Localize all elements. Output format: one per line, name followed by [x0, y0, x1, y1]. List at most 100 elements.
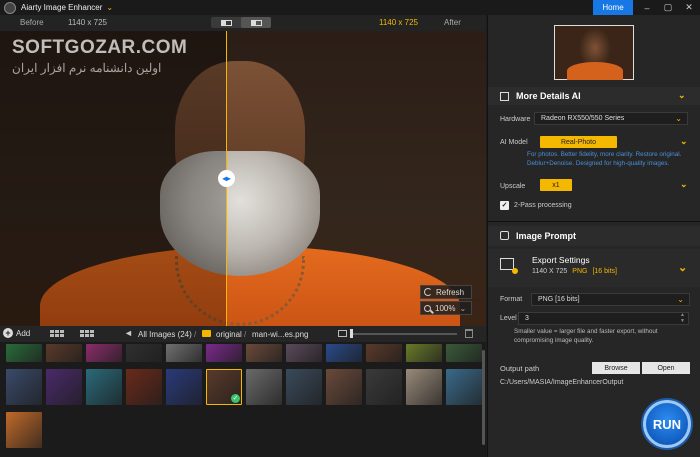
export-settings-header[interactable]: Export Settings 1140 X 725 PNG [16 bits]…: [488, 249, 700, 287]
ai-model-dropdown[interactable]: Real-Photo: [540, 136, 617, 148]
breadcrumb-separator: /: [194, 330, 197, 339]
grid-view-icon[interactable]: [50, 330, 64, 337]
image-prompt-icon: [500, 231, 509, 240]
home-button[interactable]: Home: [593, 0, 633, 15]
output-preview-thumbnail: [554, 25, 634, 80]
gallery-thumbnail[interactable]: [366, 344, 402, 362]
collapse-chevron-icon[interactable]: ⌄: [678, 90, 686, 101]
gallery-thumbnail[interactable]: [126, 369, 162, 405]
add-button[interactable]: + Add: [3, 328, 30, 338]
gallery-thumbnail[interactable]: [406, 369, 442, 405]
settings-panel: More Details AI ⌄ Hardware Radeon RX550/…: [487, 15, 700, 457]
breadcrumb-all-images[interactable]: All Images (24): [138, 330, 192, 339]
after-size: 1140 x 725: [379, 18, 418, 27]
image-size-icon: [338, 330, 347, 337]
add-label: Add: [16, 328, 31, 338]
gallery-thumbnail[interactable]: [126, 344, 162, 362]
level-stepper[interactable]: 3 ▲ ▼: [518, 312, 689, 325]
hardware-label: Hardware: [500, 116, 531, 123]
more-details-header[interactable]: More Details AI ⌄: [488, 87, 700, 105]
format-dropdown[interactable]: PNG [16 bits] ⌄: [531, 293, 690, 306]
gallery-thumbnail[interactable]: [6, 344, 42, 362]
upscale-value: x1: [552, 181, 560, 189]
gallery-thumbnail[interactable]: [86, 369, 122, 405]
breadcrumb-file: man-wi...es.png: [252, 330, 309, 339]
image-preview[interactable]: ◂▸ SOFTGOZAR.COM اولین دانشنامه نرم افزا…: [0, 31, 486, 326]
back-arrow-icon[interactable]: ◄: [124, 328, 133, 338]
watermark-latin: SOFTGOZAR.COM: [12, 37, 188, 58]
add-icon: +: [3, 328, 13, 338]
title-menu-chevron-icon[interactable]: ⌄: [106, 3, 113, 12]
after-label: After: [444, 18, 461, 27]
gallery-thumbnail[interactable]: [166, 344, 202, 362]
image-prompt-title: Image Prompt: [516, 231, 577, 241]
level-description: Smaller value = larger file and faster e…: [514, 328, 658, 344]
before-size: 1140 x 725: [68, 18, 107, 27]
two-pass-checkbox[interactable]: ✓: [500, 201, 509, 210]
export-collapse-chevron-icon[interactable]: ⌄: [678, 261, 687, 274]
gallery-thumbnail[interactable]: [46, 344, 82, 362]
maximize-icon[interactable]: ▢: [658, 0, 678, 15]
view-mode-toggle[interactable]: [211, 17, 271, 28]
gallery-thumbnail[interactable]: [246, 369, 282, 405]
close-icon[interactable]: ✕: [679, 0, 699, 15]
export-bits: [16 bits]: [592, 268, 617, 275]
upscale-chevron-icon[interactable]: ⌄: [680, 179, 688, 190]
panel-divider: [488, 221, 700, 222]
refresh-label: Refresh: [436, 287, 465, 297]
list-view-icon[interactable]: [80, 330, 94, 337]
gallery-thumbnail[interactable]: [326, 344, 362, 362]
two-pass-label: 2-Pass processing: [514, 202, 572, 209]
level-spinner-icon[interactable]: ▲ ▼: [680, 312, 685, 324]
upscale-dropdown[interactable]: x1: [540, 179, 572, 191]
gallery-thumbnail[interactable]: [6, 369, 42, 405]
minimize-icon[interactable]: –: [637, 0, 657, 15]
gallery-scrollbar[interactable]: [482, 350, 485, 445]
gallery-thumbnail[interactable]: [446, 344, 482, 362]
gallery-thumbnail[interactable]: [206, 344, 242, 362]
image-prompt-header[interactable]: Image Prompt: [488, 226, 700, 246]
gallery-thumbnail[interactable]: [166, 369, 202, 405]
gallery-thumbnail[interactable]: [246, 344, 282, 362]
refresh-button[interactable]: Refresh: [420, 285, 472, 299]
split-view-button[interactable]: [211, 17, 241, 28]
ai-model-chevron-icon[interactable]: ⌄: [680, 136, 688, 147]
gallery-thumbnail[interactable]: [286, 344, 322, 362]
thumbnail-size-slider-handle[interactable]: [350, 329, 353, 338]
app-logo-icon: [4, 1, 16, 14]
gallery-thumbnail[interactable]: [406, 344, 442, 362]
side-by-side-view-button[interactable]: [241, 17, 271, 28]
folder-icon: [202, 330, 211, 337]
export-summary: 1140 X 725 PNG [16 bits]: [532, 268, 617, 275]
trash-icon[interactable]: [465, 329, 473, 338]
ai-model-label: AI Model: [500, 139, 528, 146]
watermark-persian: اولین دانشنامه نرم افزار ایران: [12, 61, 162, 75]
gallery-thumbnail[interactable]: [46, 369, 82, 405]
more-details-icon: [500, 92, 509, 101]
image-gallery: ✓: [0, 342, 486, 457]
run-button[interactable]: RUN: [643, 400, 691, 448]
open-button[interactable]: Open: [642, 362, 690, 374]
gallery-thumbnail[interactable]: [6, 412, 42, 448]
output-path-value: C:/Users/MASIA/ImageEnhancerOutput: [500, 379, 624, 386]
zoom-value: 100%: [435, 303, 456, 313]
browse-button[interactable]: Browse: [592, 362, 640, 374]
gallery-thumbnail[interactable]: [326, 369, 362, 405]
gallery-thumbnail[interactable]: [86, 344, 122, 362]
gallery-thumbnail[interactable]: [446, 369, 482, 405]
title-bar: Aiarty Image Enhancer ⌄ Home – ▢ ✕: [0, 0, 700, 15]
split-handle[interactable]: ◂▸: [218, 170, 235, 187]
breadcrumb-folder[interactable]: original: [216, 330, 242, 339]
upscale-label: Upscale: [500, 183, 526, 190]
gallery-toolbar: + Add ◄ All Images (24) / original / man…: [0, 326, 486, 342]
gallery-thumbnail[interactable]: [366, 369, 402, 405]
selected-check-icon: ✓: [231, 394, 240, 403]
thumbnail-size-slider[interactable]: [352, 333, 457, 335]
gallery-thumbnail[interactable]: [286, 369, 322, 405]
export-size: 1140 X 725: [532, 268, 568, 275]
gallery-thumbnail[interactable]: ✓: [206, 369, 242, 405]
breadcrumb-separator: /: [244, 330, 247, 339]
hardware-dropdown[interactable]: Radeon RX550/550 Series ⌄: [534, 112, 688, 125]
zoom-dropdown[interactable]: 100% ⌄: [420, 301, 472, 315]
split-view-icon: [220, 19, 232, 26]
